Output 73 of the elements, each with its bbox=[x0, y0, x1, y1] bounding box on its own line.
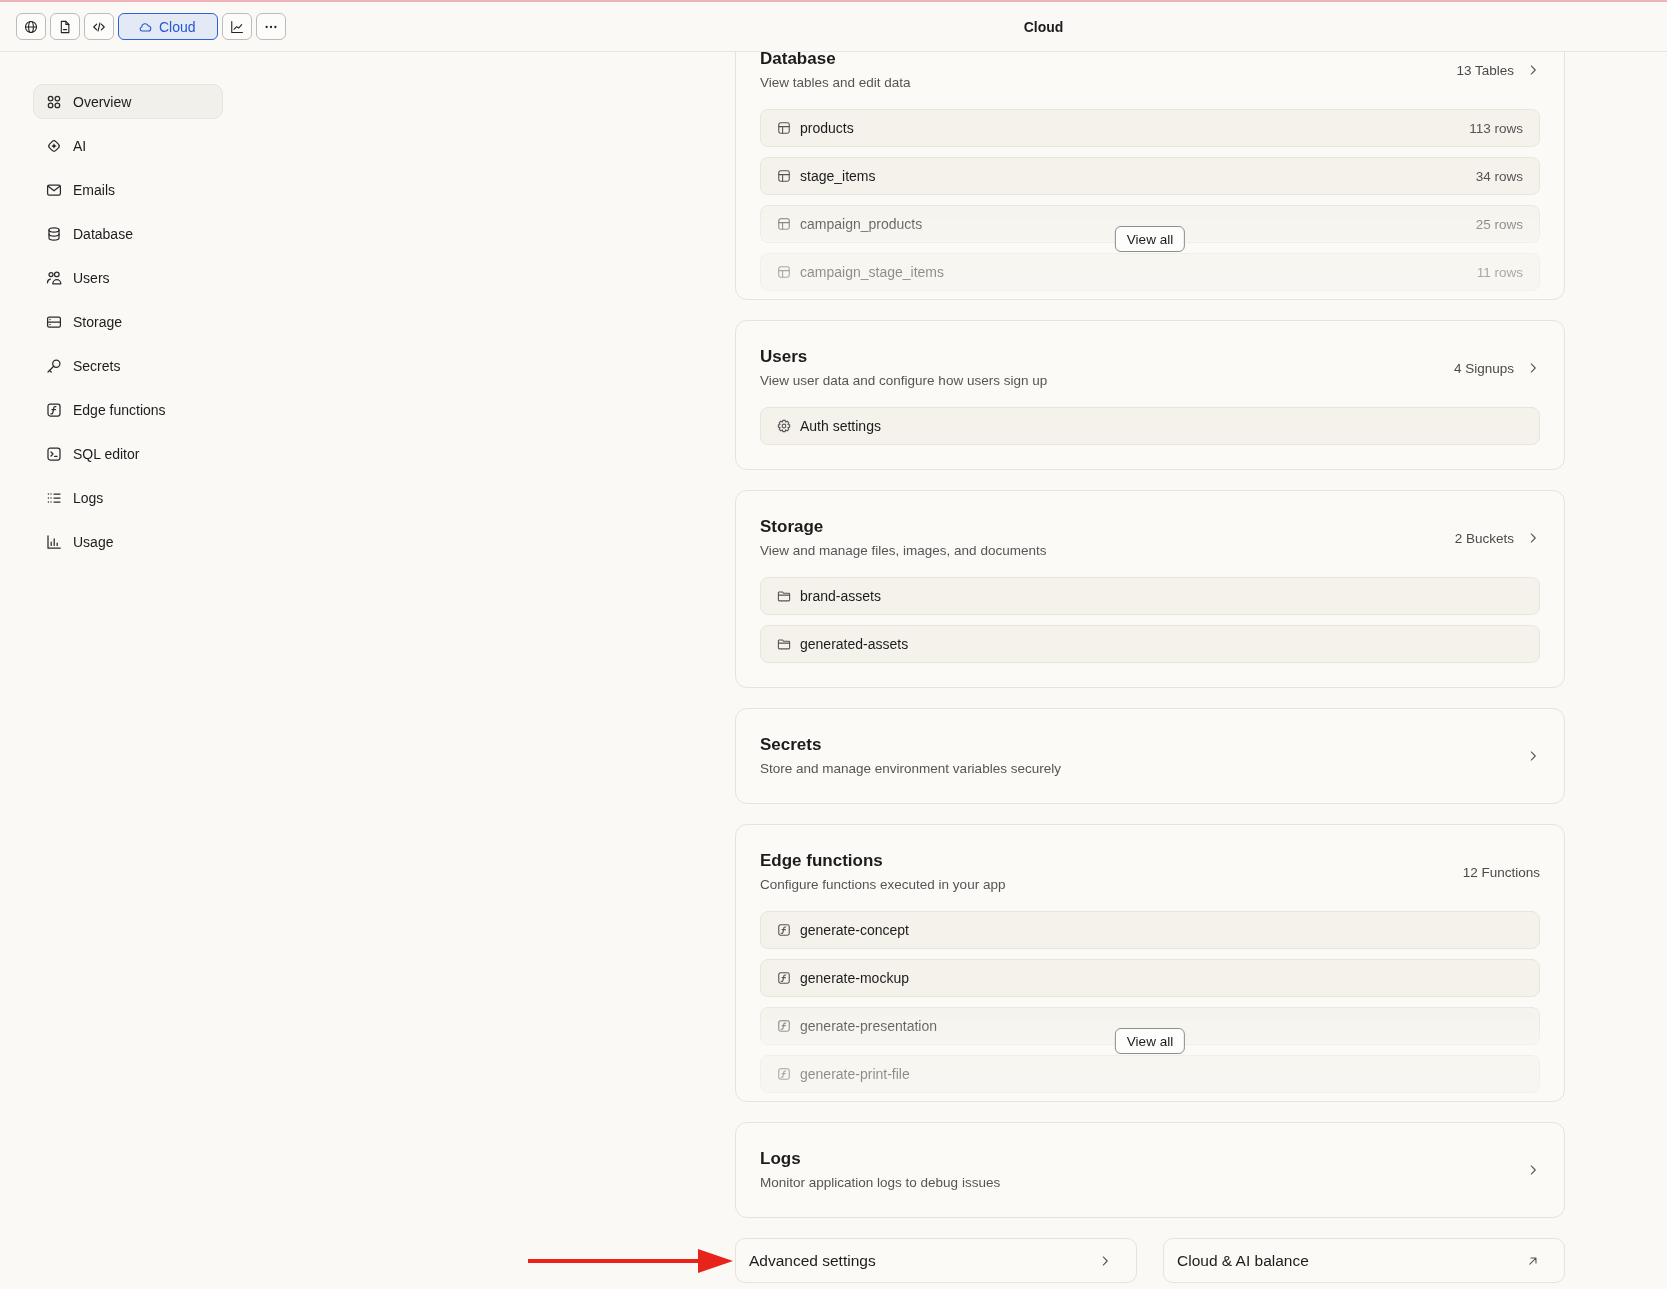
settings-icon bbox=[777, 419, 791, 433]
sidebar-item[interactable]: Database bbox=[33, 216, 223, 251]
mail-icon bbox=[46, 181, 62, 198]
line-chart-icon bbox=[229, 19, 244, 34]
toolbar-button[interactable]: Cloud bbox=[118, 13, 218, 40]
sidebar-item[interactable]: Emails bbox=[33, 172, 223, 207]
card-description: Store and manage environment variables securely bbox=[760, 760, 1061, 778]
function-icon bbox=[46, 401, 62, 418]
function-icon bbox=[777, 923, 791, 937]
list-row[interactable]: products 113 rows bbox=[760, 109, 1540, 147]
bar-chart-icon bbox=[46, 533, 62, 550]
sidebar-item[interactable]: Users bbox=[33, 260, 223, 295]
key-icon bbox=[46, 357, 62, 374]
globe-icon bbox=[24, 19, 38, 34]
link-button[interactable]: Cloud & AI balance bbox=[1163, 1238, 1565, 1283]
page-title: Cloud bbox=[1023, 18, 1064, 35]
database-icon bbox=[46, 225, 62, 242]
function-icon bbox=[777, 971, 791, 985]
server-icon bbox=[46, 313, 62, 330]
sidebar-item[interactable]: SQL editor bbox=[33, 436, 223, 471]
folder-icon bbox=[777, 637, 791, 651]
function-icon bbox=[777, 1067, 791, 1081]
row-count: 113 rows bbox=[1469, 120, 1523, 136]
sidebar-item[interactable]: Storage bbox=[33, 304, 223, 339]
table-icon bbox=[777, 121, 791, 135]
card-title: Logs bbox=[760, 1148, 801, 1170]
sidebar-item[interactable]: Overview bbox=[33, 84, 223, 119]
card-description: Monitor application logs to debug issues bbox=[760, 1174, 1001, 1192]
sidebar-item[interactable]: Usage bbox=[33, 524, 223, 559]
card-count: 4 Signups bbox=[1453, 360, 1514, 376]
sidebar-item[interactable]: Edge functions bbox=[33, 392, 223, 427]
sidebar-item[interactable]: AI bbox=[33, 128, 223, 163]
link-button[interactable]: Advanced settings bbox=[735, 1238, 1137, 1283]
list-row[interactable]: generate-mockup bbox=[760, 959, 1540, 997]
folder-icon bbox=[777, 589, 791, 603]
card-count: 2 Buckets bbox=[1454, 530, 1514, 546]
card-count: 12 Functions bbox=[1462, 864, 1540, 880]
card-title: Edge functions bbox=[760, 850, 883, 872]
card-description: View user data and configure how users sign up bbox=[760, 372, 1048, 390]
table-icon bbox=[777, 169, 791, 183]
table-icon bbox=[777, 265, 791, 279]
card-title: Secrets bbox=[760, 734, 822, 756]
toolbar-button[interactable] bbox=[84, 13, 114, 40]
view-all-button[interactable]: View all bbox=[1114, 1028, 1186, 1054]
table-icon bbox=[777, 217, 791, 231]
code-icon bbox=[92, 19, 106, 34]
list-row[interactable]: brand-assets bbox=[760, 577, 1540, 615]
grid-icon bbox=[46, 93, 62, 110]
toolbar-button[interactable] bbox=[221, 13, 252, 40]
list-row[interactable]: generated-assets bbox=[760, 625, 1540, 663]
card-title: Database bbox=[760, 52, 836, 70]
card-description: View and manage files, images, and documents bbox=[760, 542, 1047, 560]
toolbar-button[interactable] bbox=[16, 13, 46, 40]
function-icon bbox=[777, 1019, 791, 1033]
card-description: View tables and edit data bbox=[760, 74, 911, 92]
sidebar-item[interactable]: Logs bbox=[33, 480, 223, 515]
row-count: 25 rows bbox=[1475, 216, 1523, 232]
list-row[interactable]: generate-concept bbox=[760, 911, 1540, 949]
users-icon bbox=[46, 269, 62, 286]
terminal-icon bbox=[46, 445, 62, 462]
row-count: 34 rows bbox=[1475, 168, 1523, 184]
list-row[interactable]: Auth settings bbox=[760, 407, 1540, 445]
toolbar-button[interactable] bbox=[50, 13, 80, 40]
card-title: Storage bbox=[760, 516, 824, 538]
view-all-button[interactable]: View all bbox=[1114, 226, 1186, 252]
file-icon bbox=[58, 19, 72, 34]
sparkle-icon bbox=[46, 137, 62, 154]
card-description: Configure functions executed in your app bbox=[760, 876, 1006, 894]
card-count: 13 Tables bbox=[1456, 62, 1514, 78]
list-row[interactable]: stage_items 34 rows bbox=[760, 157, 1540, 195]
card-title: Users bbox=[760, 346, 808, 368]
sidebar-item[interactable]: Secrets bbox=[33, 348, 223, 383]
row-count: 11 rows bbox=[1476, 264, 1523, 280]
